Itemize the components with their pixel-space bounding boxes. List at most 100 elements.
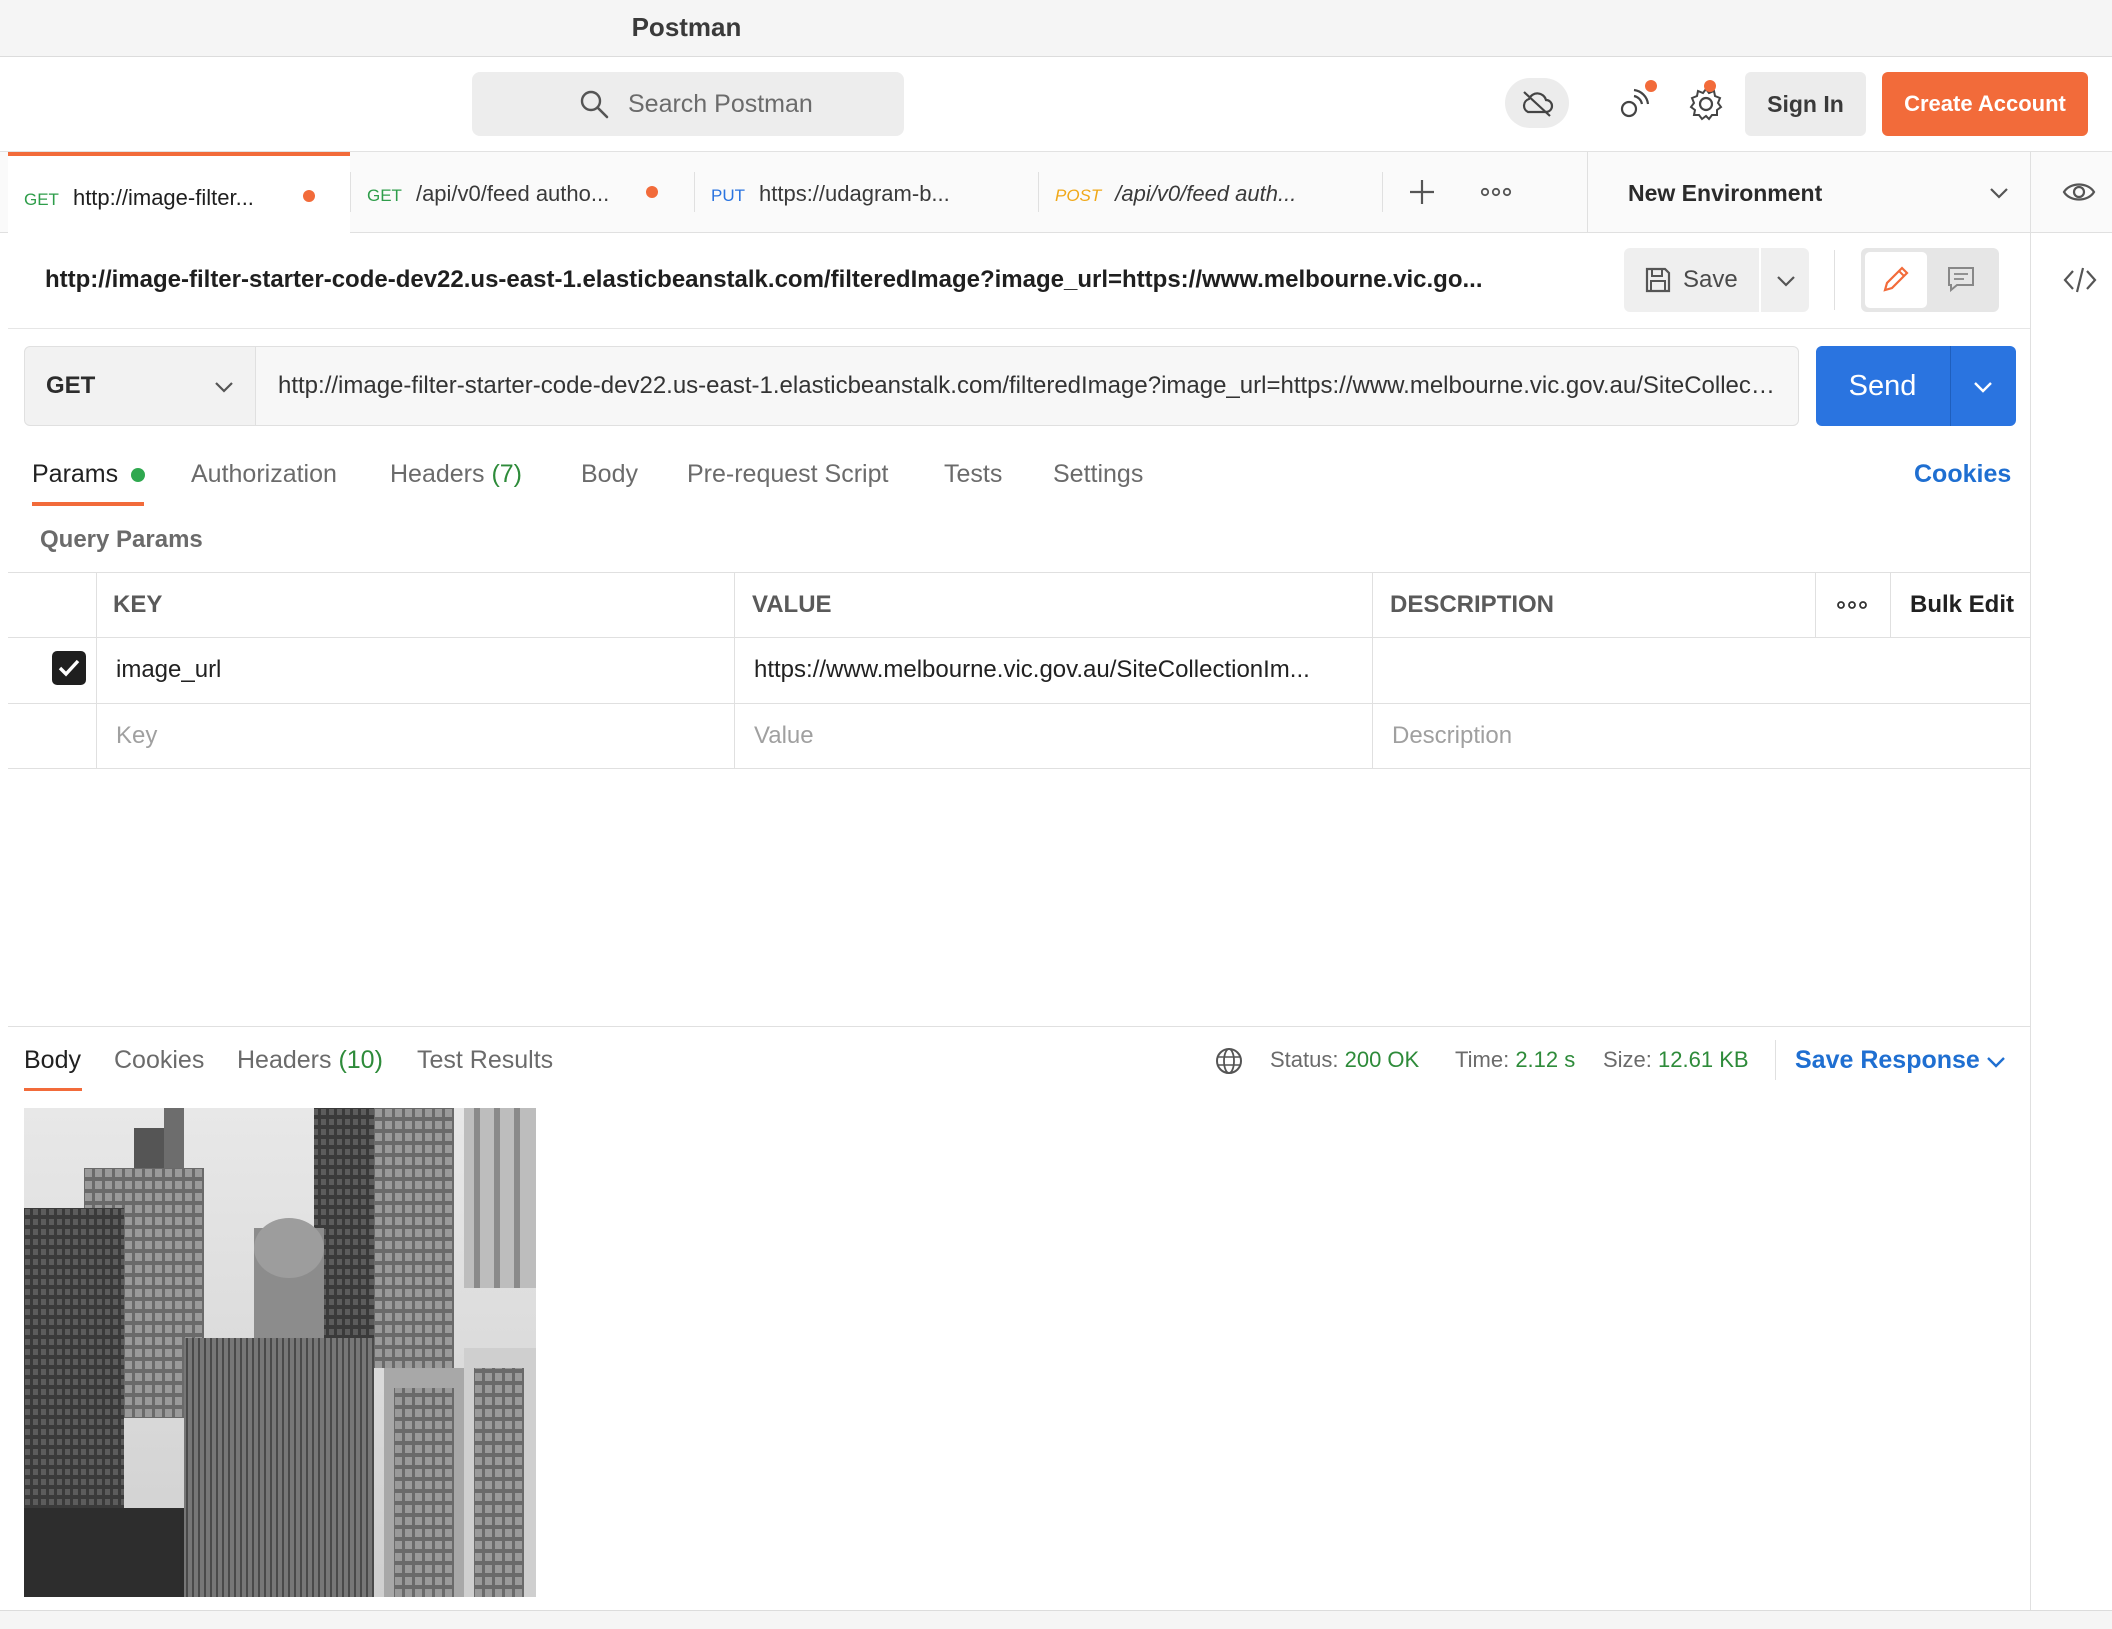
new-tab-icon[interactable] bbox=[1408, 178, 1436, 206]
chevron-down-icon bbox=[1775, 270, 1797, 292]
gear-icon[interactable] bbox=[1688, 86, 1724, 122]
chevron-down-icon[interactable] bbox=[1985, 1051, 2007, 1073]
save-response-button[interactable]: Save Response bbox=[1795, 1036, 1980, 1084]
new-value-input[interactable]: Value bbox=[754, 703, 1354, 769]
response-tab-cookies[interactable]: Cookies bbox=[114, 1036, 204, 1084]
time-label: Time: bbox=[1455, 1047, 1510, 1072]
code-icon[interactable] bbox=[2063, 265, 2097, 295]
send-split-divider bbox=[1950, 346, 1951, 426]
headers-count: (7) bbox=[491, 460, 523, 488]
tab-authorization[interactable]: Authorization bbox=[191, 450, 337, 498]
settings-notification-dot bbox=[1704, 80, 1716, 92]
response-size: Size: 12.61 KB bbox=[1603, 1036, 1749, 1084]
request-tab-1[interactable]: GET http://image-filter... bbox=[8, 152, 350, 234]
status-bar bbox=[0, 1610, 2112, 1629]
params-active-dot bbox=[131, 468, 146, 483]
column-divider bbox=[1890, 572, 1891, 638]
tab-method: PUT bbox=[711, 186, 745, 205]
tab-settings[interactable]: Settings bbox=[1053, 450, 1143, 498]
tab-params[interactable]: Params bbox=[32, 450, 146, 498]
cloud-off-icon bbox=[1519, 88, 1555, 118]
query-params-heading: Query Params bbox=[40, 526, 203, 553]
send-label: Send bbox=[1848, 370, 1917, 402]
comment-icon[interactable] bbox=[1946, 264, 1976, 294]
status-label: Status: bbox=[1270, 1047, 1339, 1072]
globe-icon[interactable] bbox=[1214, 1046, 1244, 1076]
method-value: GET bbox=[46, 372, 96, 399]
tab-separator bbox=[1382, 172, 1383, 212]
key-column-header: KEY bbox=[113, 591, 163, 618]
column-options-icon[interactable] bbox=[1836, 597, 1868, 613]
column-divider bbox=[96, 572, 97, 769]
meta-divider bbox=[1775, 1040, 1776, 1080]
response-tab-headers[interactable]: Headers (10) bbox=[237, 1036, 383, 1084]
response-image bbox=[24, 1108, 536, 1597]
pencil-icon bbox=[1881, 264, 1911, 294]
tab-label: /api/v0/feed autho... bbox=[415, 181, 610, 206]
tab-tests[interactable]: Tests bbox=[944, 450, 1002, 498]
send-options-chevron-icon[interactable] bbox=[1972, 376, 1994, 398]
tab-method: POST bbox=[1055, 186, 1102, 205]
tab-pre-request-script[interactable]: Pre-request Script bbox=[687, 450, 888, 498]
toolbar-divider bbox=[1834, 250, 1835, 310]
tab-body[interactable]: Body bbox=[581, 450, 638, 498]
app-title: Postman bbox=[631, 12, 742, 42]
tab-method: GET bbox=[367, 186, 402, 205]
request-tab-2[interactable]: GET/api/v0/feed autho... bbox=[351, 152, 694, 232]
status-value: 200 OK bbox=[1344, 1047, 1420, 1072]
response-status: Status: 200 OK bbox=[1270, 1036, 1419, 1084]
chevron-down-icon bbox=[213, 376, 235, 398]
request-tab-3[interactable]: PUT https://udagram-b... bbox=[695, 152, 1038, 232]
search-icon bbox=[578, 88, 610, 120]
cookies-link[interactable]: Cookies bbox=[1914, 450, 2011, 498]
request-title[interactable]: http://image-filter-starter-code-dev22.u… bbox=[45, 250, 1575, 310]
bulk-edit-button[interactable]: Bulk Edit bbox=[1910, 572, 2014, 638]
tab-headers[interactable]: Headers (7) bbox=[390, 450, 522, 498]
create-account-button[interactable]: Create Account bbox=[1882, 72, 2088, 136]
eye-icon[interactable] bbox=[2062, 178, 2096, 206]
active-tab-underline bbox=[24, 1088, 82, 1091]
param-key[interactable]: image_url bbox=[116, 637, 716, 703]
column-divider bbox=[1372, 572, 1373, 769]
response-time: Time: 2.12 s bbox=[1455, 1036, 1575, 1084]
url-value: http://image-filter-starter-code-dev22.u… bbox=[278, 372, 1778, 399]
response-tab-body[interactable]: Body bbox=[24, 1036, 81, 1084]
environment-selector[interactable]: New Environment bbox=[1628, 152, 1822, 232]
unsaved-indicator bbox=[646, 186, 658, 198]
env-separator bbox=[2030, 152, 2031, 232]
search-placeholder: Search Postman bbox=[628, 90, 813, 118]
check-icon bbox=[58, 659, 80, 677]
response-tab-test-results[interactable]: Test Results bbox=[417, 1036, 553, 1084]
save-icon bbox=[1644, 266, 1672, 294]
time-value: 2.12 s bbox=[1515, 1047, 1576, 1072]
new-key-input[interactable]: Key bbox=[116, 703, 716, 769]
notification-dot bbox=[1645, 80, 1657, 92]
tab-label: http://image-filter... bbox=[72, 185, 254, 210]
unsaved-indicator bbox=[303, 190, 315, 202]
save-label: Save bbox=[1683, 266, 1738, 293]
param-description[interactable] bbox=[1392, 637, 1992, 703]
chevron-down-icon[interactable] bbox=[1988, 182, 2010, 204]
response-divider[interactable] bbox=[8, 1026, 2030, 1027]
param-value[interactable]: https://www.melbourne.vic.gov.au/SiteCol… bbox=[754, 637, 1354, 703]
sign-in-button[interactable]: Sign In bbox=[1745, 72, 1866, 136]
size-value: 12.61 KB bbox=[1658, 1047, 1749, 1072]
response-headers-count: (10) bbox=[338, 1046, 383, 1074]
request-tab-4[interactable]: POST/api/v0/feed auth... bbox=[1039, 152, 1382, 232]
column-divider bbox=[734, 572, 735, 769]
tab-method: GET bbox=[24, 190, 59, 209]
tab-label: https://udagram-b... bbox=[759, 181, 950, 206]
tab-params-label: Params bbox=[32, 460, 119, 488]
more-tabs-icon[interactable] bbox=[1480, 184, 1512, 200]
env-separator bbox=[1587, 152, 1588, 232]
tab-label: /api/v0/feed auth... bbox=[1115, 181, 1297, 206]
param-enabled-checkbox[interactable] bbox=[52, 651, 86, 685]
right-sidebar-border bbox=[2030, 232, 2031, 1612]
satellite-icon[interactable] bbox=[1616, 86, 1652, 122]
column-divider bbox=[1815, 572, 1816, 638]
description-column-header: DESCRIPTION bbox=[1390, 591, 1555, 618]
new-description-input[interactable]: Description bbox=[1392, 703, 1992, 769]
tab-headers-label: Headers bbox=[390, 460, 485, 488]
title-divider bbox=[8, 328, 2030, 329]
response-headers-label: Headers bbox=[237, 1046, 332, 1074]
